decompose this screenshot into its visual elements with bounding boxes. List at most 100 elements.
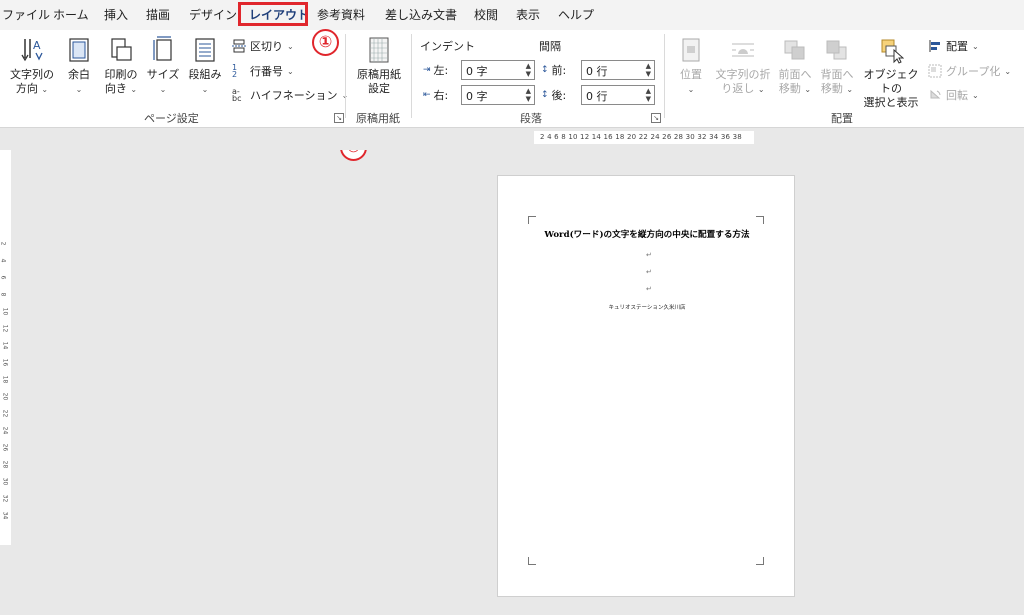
- vertical-ruler-tick: 10: [1, 307, 9, 316]
- text-direction-label-1: 文字列の: [10, 68, 54, 81]
- bring-forward-label-2: 移動: [778, 82, 801, 95]
- rotate-button[interactable]: 回転 ⌄: [928, 87, 979, 103]
- vertical-ruler-tick: 28: [1, 460, 9, 469]
- spacing-before-icon: ↕: [541, 65, 549, 75]
- genko-label-1: 原稿用紙: [357, 68, 401, 81]
- tab-home[interactable]: ホーム: [53, 6, 89, 23]
- indent-left-icon: ⇥: [423, 65, 431, 75]
- genko-group-label: 原稿用紙: [356, 112, 400, 125]
- vertical-ruler-tick: 30: [1, 477, 9, 486]
- position-button[interactable]: 位置 ⌄: [670, 36, 712, 97]
- bring-forward-button[interactable]: 前面へ 移動 ⌄: [775, 36, 815, 97]
- spacing-after-label: ↕ 後:: [541, 89, 567, 102]
- size-button[interactable]: サイズ ⌄: [145, 36, 181, 97]
- columns-icon: [195, 38, 215, 62]
- group-divider: [345, 34, 346, 118]
- align-button[interactable]: 配置 ⌄: [928, 38, 979, 54]
- hyphenation-button[interactable]: a-bc ハイフネーション ⌄: [232, 87, 348, 103]
- chevron-down-icon: ⌄: [75, 85, 83, 94]
- tab-insert[interactable]: 挿入: [104, 6, 128, 23]
- margins-button[interactable]: 余白 ⌄: [62, 36, 96, 97]
- vertical-ruler-tick: 8: [0, 292, 7, 297]
- crop-mark: [528, 216, 536, 224]
- manuscript-paper-icon: [369, 37, 389, 63]
- paragraph-mark: ↵: [646, 268, 652, 276]
- document-subtitle[interactable]: キュリオステーション久米川店: [498, 303, 796, 311]
- line-numbers-icon: 12: [232, 63, 238, 79]
- tab-review[interactable]: 校閲: [474, 6, 498, 23]
- wrap-text-button[interactable]: 文字列の折 り返し ⌄: [713, 36, 773, 97]
- spinner-arrows-icon[interactable]: ▲ ▼: [646, 62, 651, 78]
- tab-mailings[interactable]: 差し込み文書: [385, 6, 457, 23]
- vertical-ruler-tick: 12: [1, 324, 9, 333]
- document-title[interactable]: Word(ワード)の文字を縦方向の中央に配置する方法: [498, 228, 796, 240]
- selection-pane-label-2: 選択と表示: [863, 96, 919, 109]
- group-icon: [928, 64, 942, 78]
- orientation-label-1: 印刷の: [104, 68, 138, 81]
- hyphenation-label: ハイフネーション: [250, 89, 338, 102]
- orientation-label-2: 向き: [104, 82, 127, 95]
- page-setup-group-label: ページ設定: [144, 112, 199, 125]
- tab-references[interactable]: 参考資料: [317, 6, 365, 23]
- spacing-heading: 間隔: [539, 40, 561, 53]
- breaks-button[interactable]: 区切り ⌄: [232, 38, 294, 54]
- spinner-arrows-icon[interactable]: ▲ ▼: [646, 87, 651, 103]
- tab-draw[interactable]: 描画: [146, 6, 170, 23]
- spacing-before-input[interactable]: 0 行 ▲ ▼: [581, 60, 655, 80]
- breaks-label: 区切り: [250, 40, 283, 53]
- crop-mark: [528, 557, 536, 565]
- chevron-down-icon: ⌄: [201, 85, 209, 94]
- paragraph-dialog-launcher[interactable]: ↘: [651, 113, 661, 123]
- annotation-step-1: ①: [312, 29, 339, 56]
- vertical-ruler[interactable]: 2 4 6 8 10 12 14 16 18 20 22 24 26 28 30 32 34: [0, 150, 11, 545]
- indent-left-input[interactable]: 0 字 ▲ ▼: [461, 60, 535, 80]
- genko-settings-button[interactable]: 原稿用紙 設定: [352, 36, 406, 96]
- tab-help[interactable]: ヘルプ: [558, 6, 594, 23]
- chevron-down-icon: ⌄: [159, 85, 167, 94]
- indent-right-label: ⇤ 右:: [423, 89, 449, 102]
- group-button[interactable]: グループ化 ⌄: [928, 63, 1011, 79]
- indent-heading: インデント: [420, 40, 475, 53]
- horizontal-ruler[interactable]: 2 4 6 8 10 12 14 16 18 20 22 24 26 28 30…: [534, 131, 754, 144]
- group-label: グループ化: [946, 65, 1001, 78]
- spinner-arrows-icon[interactable]: ▲ ▼: [526, 62, 531, 78]
- wrap-text-icon: [732, 43, 754, 57]
- wrap-text-label-1: 文字列の折: [715, 68, 771, 81]
- tab-design[interactable]: デザイン: [189, 6, 237, 23]
- chevron-down-icon: ⌄: [804, 85, 812, 94]
- vertical-ruler-tick: 20: [1, 392, 9, 401]
- vertical-ruler-tick: 32: [1, 494, 9, 503]
- orientation-button[interactable]: 印刷の 向き ⌄: [101, 36, 141, 97]
- columns-button[interactable]: 段組み ⌄: [185, 36, 225, 97]
- indent-right-icon: ⇤: [423, 90, 431, 100]
- chevron-down-icon: ⌄: [130, 85, 138, 94]
- selection-pane-label-1: オブジェクトの: [863, 68, 919, 95]
- bring-forward-icon: [784, 40, 805, 60]
- vertical-ruler-tick: 2: [0, 241, 7, 246]
- chevron-down-icon: ⌄: [757, 85, 765, 94]
- page-setup-dialog-launcher[interactable]: ↘: [334, 113, 344, 123]
- selection-pane-button[interactable]: オブジェクトの 選択と表示: [860, 36, 922, 110]
- send-backward-button[interactable]: 背面へ 移動 ⌄: [817, 36, 857, 97]
- bring-forward-label-1: 前面へ: [778, 68, 812, 81]
- tab-view[interactable]: 表示: [516, 6, 540, 23]
- chevron-down-icon: ⌄: [846, 85, 854, 94]
- spinner-arrows-icon[interactable]: ▲ ▼: [526, 87, 531, 103]
- indent-right-input[interactable]: 0 字 ▲ ▼: [461, 85, 535, 105]
- tab-file[interactable]: ファイル: [2, 6, 50, 23]
- document-page[interactable]: Word(ワード)の文字を縦方向の中央に配置する方法 ↵ ↵ ↵ キュリオステー…: [497, 175, 795, 597]
- menu-bar: ファイル ホーム 挿入 描画 デザイン レイアウト 参考資料 差し込み文書 校閲…: [0, 0, 1024, 30]
- group-divider: [411, 34, 412, 118]
- send-backward-label-1: 背面へ: [820, 68, 854, 81]
- vertical-ruler-tick: 4: [0, 258, 7, 263]
- breaks-icon: [232, 39, 246, 53]
- line-numbers-button[interactable]: 12 行番号 ⌄: [232, 63, 294, 79]
- vertical-ruler-tick: 14: [1, 341, 9, 350]
- align-label: 配置: [946, 40, 968, 53]
- text-direction-button[interactable]: A 文字列の 方向 ⌄: [6, 36, 58, 97]
- spacing-after-input[interactable]: 0 行 ▲ ▼: [581, 85, 655, 105]
- crop-mark: [756, 216, 764, 224]
- vertical-ruler-tick: 26: [1, 443, 9, 452]
- page-size-icon: [153, 36, 172, 61]
- genko-label-2: 設定: [368, 82, 390, 95]
